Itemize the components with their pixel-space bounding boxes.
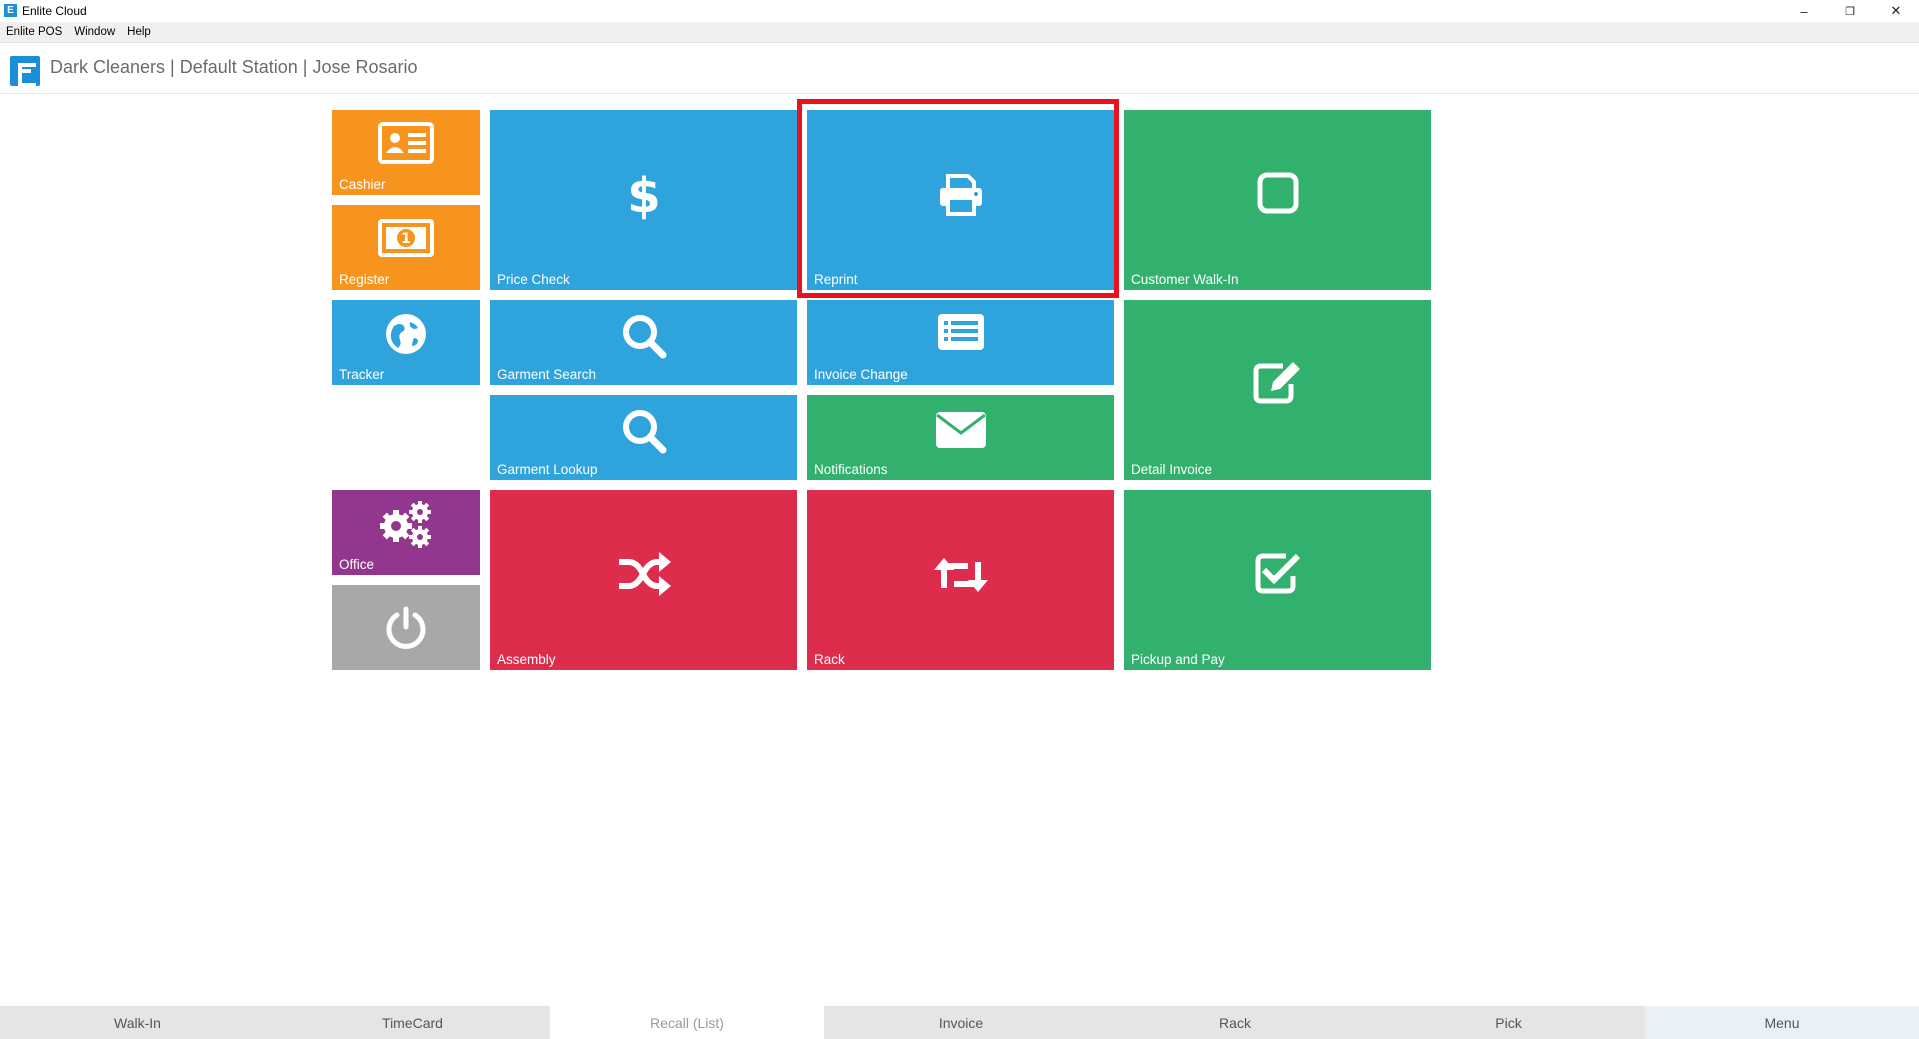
- window-title-bar: E Enlite Cloud – ❐ ✕: [0, 0, 1919, 22]
- tile-label: Rack: [814, 652, 845, 667]
- tab-menu[interactable]: Menu: [1645, 1006, 1919, 1039]
- restore-button[interactable]: ❐: [1827, 0, 1873, 22]
- search-icon: [620, 312, 668, 360]
- tile-label: Assembly: [497, 652, 556, 667]
- edit-icon: [1253, 360, 1303, 404]
- tile-label: Garment Search: [497, 367, 597, 382]
- tab-recall-list[interactable]: Recall (List): [550, 1006, 824, 1039]
- tile-label: Tracker: [339, 367, 385, 382]
- id-card-icon: [378, 122, 434, 164]
- tile-cashier[interactable]: Cashier: [332, 110, 480, 195]
- tile-garment-search[interactable]: Garment Search: [490, 300, 797, 385]
- minimize-button[interactable]: –: [1781, 0, 1827, 22]
- search-icon: [620, 407, 668, 455]
- menu-help[interactable]: Help: [127, 26, 151, 38]
- printer-icon: [938, 174, 984, 216]
- square-icon: [1257, 172, 1299, 214]
- tile-label: Cashier: [339, 177, 386, 192]
- tile-label: Detail Invoice: [1131, 462, 1213, 477]
- money-bill-icon: 1: [378, 219, 434, 257]
- svg-text:$: $: [627, 170, 660, 220]
- list-icon: [936, 312, 986, 352]
- app-header: Dark Cleaners | Default Station | Jose R…: [0, 43, 1919, 94]
- gears-icon: [378, 498, 434, 550]
- page-title: Dark Cleaners | Default Station | Jose R…: [50, 57, 418, 77]
- tile-register[interactable]: 1 Register: [332, 205, 480, 290]
- shuffle-icon: [617, 552, 671, 598]
- tile-reprint[interactable]: Reprint: [807, 110, 1114, 290]
- app-icon: E: [4, 4, 17, 17]
- tab-rack[interactable]: Rack: [1098, 1006, 1372, 1039]
- tile-invoice-change[interactable]: Invoice Change: [807, 300, 1114, 385]
- menu-bar: Enlite POS Window Help: [0, 22, 1919, 43]
- tile-rack[interactable]: Rack: [807, 490, 1114, 670]
- tile-price-check[interactable]: $ Price Check: [490, 110, 797, 290]
- envelope-icon: [935, 411, 987, 449]
- tile-label: Office: [339, 557, 375, 572]
- svg-text:1: 1: [401, 231, 411, 247]
- dollar-icon: $: [627, 170, 661, 220]
- check-square-icon: [1254, 550, 1302, 594]
- tile-label: Pickup and Pay: [1131, 652, 1225, 667]
- tile-power[interactable]: [332, 585, 480, 670]
- tile-detail-invoice[interactable]: Detail Invoice: [1124, 300, 1431, 480]
- globe-icon: [384, 312, 428, 356]
- tile-label: Notifications: [814, 462, 888, 477]
- tile-label: Register: [339, 272, 390, 287]
- tile-garment-lookup[interactable]: Garment Lookup: [490, 395, 797, 480]
- menu-enlite-pos[interactable]: Enlite POS: [6, 26, 62, 38]
- tile-assembly[interactable]: Assembly: [490, 490, 797, 670]
- tab-pick[interactable]: Pick: [1372, 1006, 1645, 1039]
- tile-office[interactable]: Office: [332, 490, 480, 575]
- tile-tracker[interactable]: Tracker: [332, 300, 480, 385]
- tile-customer-walk-in[interactable]: Customer Walk-In: [1124, 110, 1431, 290]
- tile-label: Reprint: [814, 272, 858, 287]
- tile-label: Price Check: [497, 272, 570, 287]
- tab-walk-in[interactable]: Walk-In: [0, 1006, 275, 1039]
- enlite-logo: [10, 56, 40, 87]
- tile-label: Garment Lookup: [497, 462, 598, 477]
- power-icon: [383, 605, 429, 651]
- bottom-tab-bar: Walk-In TimeCard Recall (List) Invoice R…: [0, 1006, 1919, 1039]
- tile-pickup-and-pay[interactable]: Pickup and Pay: [1124, 490, 1431, 670]
- tile-label: Invoice Change: [814, 367, 908, 382]
- tab-timecard[interactable]: TimeCard: [275, 1006, 550, 1039]
- retweet-icon: [933, 556, 988, 594]
- tile-label: Customer Walk-In: [1131, 272, 1239, 287]
- close-button[interactable]: ✕: [1873, 0, 1919, 22]
- menu-window[interactable]: Window: [74, 26, 115, 38]
- window-title: Enlite Cloud: [22, 4, 87, 18]
- tile-notifications[interactable]: Notifications: [807, 395, 1114, 480]
- tab-invoice[interactable]: Invoice: [824, 1006, 1098, 1039]
